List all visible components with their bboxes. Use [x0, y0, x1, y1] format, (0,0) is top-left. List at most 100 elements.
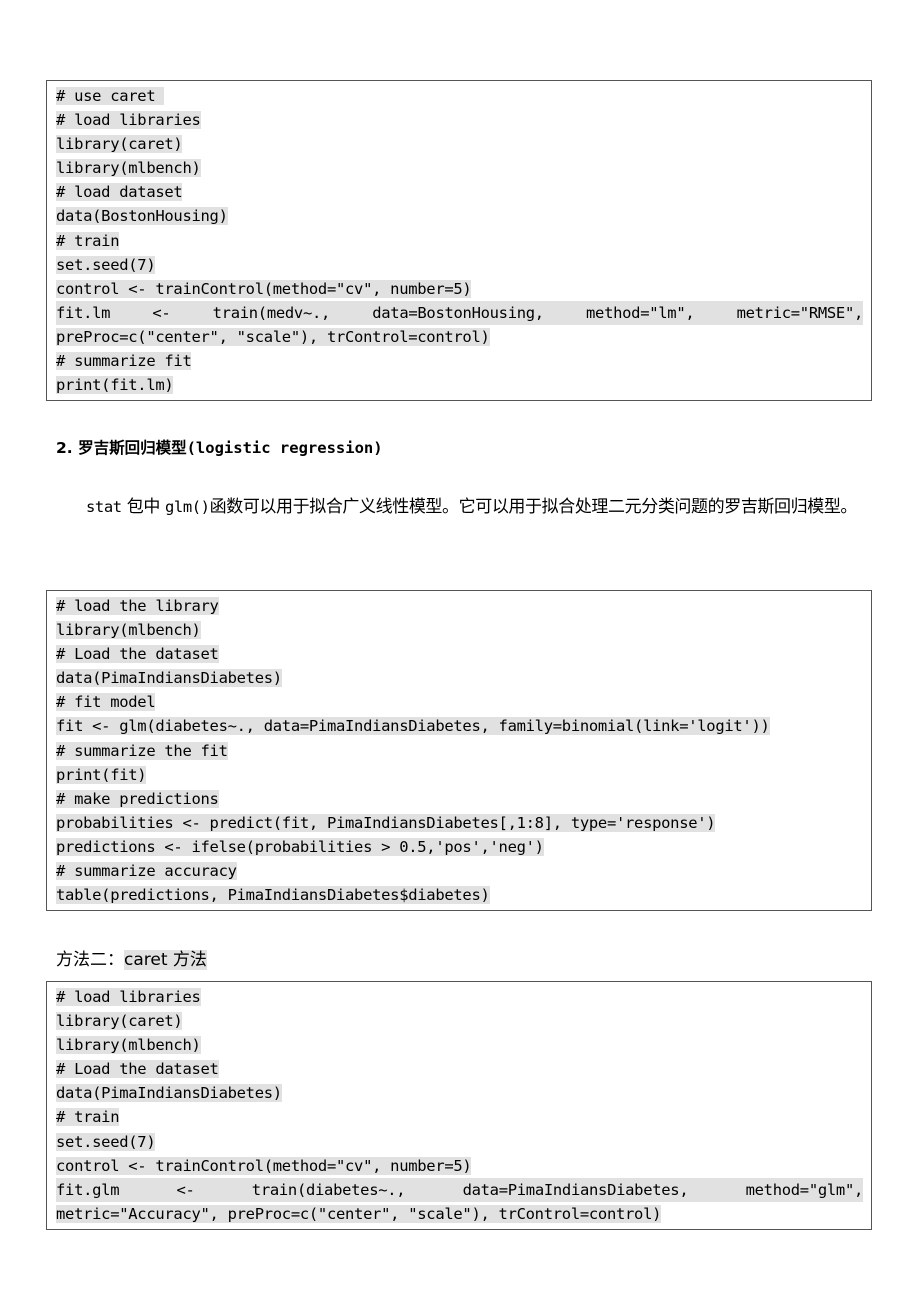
code-text: # make predictions — [56, 789, 219, 808]
code-line: data(PimaIndiansDiabetes) — [56, 1081, 863, 1105]
method-2-label: 方法二：caret 方法 — [56, 945, 868, 970]
code-line: control <- trainControl(method="cv", num… — [56, 1154, 863, 1178]
code-token: metric="RMSE", — [736, 300, 863, 325]
code-text: data(PimaIndiansDiabetes) — [56, 669, 282, 688]
code-text: preProc=c("center", "scale"), trControl=… — [56, 327, 490, 346]
code-block-pima-caret: # load libraries library(caret) library(ml… — [46, 981, 872, 1230]
code-token: data=BostonHousing, — [372, 300, 544, 325]
code-token: <- — [152, 300, 171, 325]
code-text: print(fit.lm) — [56, 376, 174, 395]
code-gap — [119, 1177, 177, 1202]
code-text: # fit model — [56, 693, 156, 712]
code-line: probabilities <- predict(fit, PimaIndian… — [56, 811, 863, 835]
paragraph-text: 包中 — [121, 497, 165, 517]
code-line: # Load the dataset — [56, 642, 863, 666]
code-text: library(caret) — [56, 1012, 183, 1031]
code-line: set.seed(7) — [56, 1130, 863, 1154]
code-text: set.seed(7) — [56, 255, 156, 274]
code-line: library(mlbench) — [56, 156, 863, 180]
code-gap — [694, 300, 737, 325]
code-gap — [405, 1177, 463, 1202]
code-gap — [688, 1177, 746, 1202]
code-token: method="glm", — [745, 1177, 863, 1202]
code-text: # train — [56, 231, 120, 250]
code-line: fit.glm <- train(diabetes~., data=PimaIndia… — [56, 1177, 863, 1202]
code-token: fit.lm — [56, 300, 111, 325]
code-line: fit <- glm(diabetes~., data=PimaIndiansD… — [56, 714, 863, 738]
code-line: print(fit) — [56, 763, 863, 787]
code-text: probabilities <- predict(fit, PimaIndian… — [56, 813, 716, 832]
code-text: # Load the dataset — [56, 1060, 219, 1079]
code-line: table(predictions, PimaIndiansDiabetes$d… — [56, 883, 863, 907]
inline-code-glm: glm() — [164, 498, 210, 516]
code-token: train(medv~., — [212, 300, 330, 325]
code-line: # summarize the fit — [56, 739, 863, 763]
code-line: # use caret — [56, 84, 863, 108]
code-block-boston-lm: # use caret # load libraries library(care… — [46, 80, 872, 402]
code-gap — [543, 300, 586, 325]
code-text: predictions <- ifelse(probabilities > 0.… — [56, 837, 544, 856]
code-gap — [110, 300, 153, 325]
code-text: # load libraries — [56, 988, 201, 1006]
code-line: # summarize accuracy — [56, 859, 863, 883]
code-line: library(caret) — [56, 132, 863, 156]
code-line: print(fit.lm) — [56, 373, 863, 397]
section-title-cn: 罗吉斯回归模型 — [78, 439, 187, 457]
code-line: data(BostonHousing) — [56, 204, 863, 228]
code-token: method="lm", — [586, 300, 695, 325]
code-line: # fit model — [56, 690, 863, 714]
code-line: fit.lm <- train(medv~., data=BostonHousing,… — [56, 300, 863, 325]
code-line: # load the library — [56, 594, 863, 618]
code-block-pima-glm: # load the library library(mlbench) # Load… — [46, 590, 872, 912]
code-text: fit <- glm(diabetes~., data=PimaIndiansD… — [56, 717, 770, 736]
inline-code-stat: stat — [86, 498, 122, 516]
code-text: print(fit) — [56, 765, 147, 784]
section-heading-logistic-regression: 2. 罗吉斯回归模型(logistic regression) — [56, 436, 383, 458]
code-line: predictions <- ifelse(probabilities > 0.… — [56, 835, 863, 859]
code-line: preProc=c("center", "scale"), trControl=… — [56, 325, 863, 349]
code-line: # load libraries — [56, 985, 863, 1009]
code-text: library(mlbench) — [56, 621, 201, 640]
code-text: # summarize the fit — [56, 741, 228, 760]
code-line: control <- trainControl(method="cv", num… — [56, 277, 863, 301]
code-line: library(mlbench) — [56, 618, 863, 642]
paragraph-glm-description: stat 包中 glm()函数可以用于拟合广义线性模型。它可以用于拟合处理二元分… — [56, 482, 868, 533]
code-text: set.seed(7) — [56, 1132, 156, 1151]
code-text: # use caret — [56, 87, 165, 105]
code-gap — [194, 1177, 252, 1202]
code-line: metric="Accuracy", preProc=c("center", "… — [56, 1202, 863, 1226]
code-token: <- — [176, 1177, 195, 1202]
code-text: # load libraries — [56, 111, 201, 130]
code-text: # load dataset — [56, 183, 183, 202]
code-line: set.seed(7) — [56, 253, 863, 277]
code-text: data(PimaIndiansDiabetes) — [56, 1084, 282, 1103]
code-text: library(mlbench) — [56, 159, 201, 178]
code-text: metric="Accuracy", preProc=c("center", "… — [56, 1204, 662, 1223]
code-text: control <- trainControl(method="cv", num… — [56, 279, 472, 298]
code-token: data=PimaIndiansDiabetes, — [462, 1177, 689, 1202]
code-gap — [170, 300, 213, 325]
code-line: # load libraries — [56, 108, 863, 132]
code-text: # summarize accuracy — [56, 862, 237, 881]
code-text: table(predictions, PimaIndiansDiabetes$d… — [56, 886, 490, 905]
code-line: # Load the dataset — [56, 1057, 863, 1081]
code-token: fit.glm — [56, 1177, 120, 1202]
method-2-highlight: caret 方法 — [124, 950, 207, 970]
code-text: library(caret) — [56, 135, 183, 154]
code-text: # summarize fit — [56, 352, 192, 371]
code-gap — [330, 300, 373, 325]
code-line: # summarize fit — [56, 349, 863, 373]
code-text: # train — [56, 1108, 120, 1127]
section-number: 2. — [56, 439, 79, 457]
code-text: # Load the dataset — [56, 645, 219, 664]
code-token: train(diabetes~., — [251, 1177, 406, 1202]
code-text: data(BostonHousing) — [56, 207, 228, 226]
code-line: data(PimaIndiansDiabetes) — [56, 666, 863, 690]
code-line: # train — [56, 229, 863, 253]
code-line: # train — [56, 1105, 863, 1129]
paragraph-text: 函数可以用于拟合广义线性模型。它可以用于拟合处理二元分类问题的罗吉斯回归模型。 — [209, 497, 858, 517]
code-line: # load dataset — [56, 180, 863, 204]
code-text: # load the library — [56, 597, 219, 615]
code-text: library(mlbench) — [56, 1036, 201, 1055]
code-line: # make predictions — [56, 787, 863, 811]
